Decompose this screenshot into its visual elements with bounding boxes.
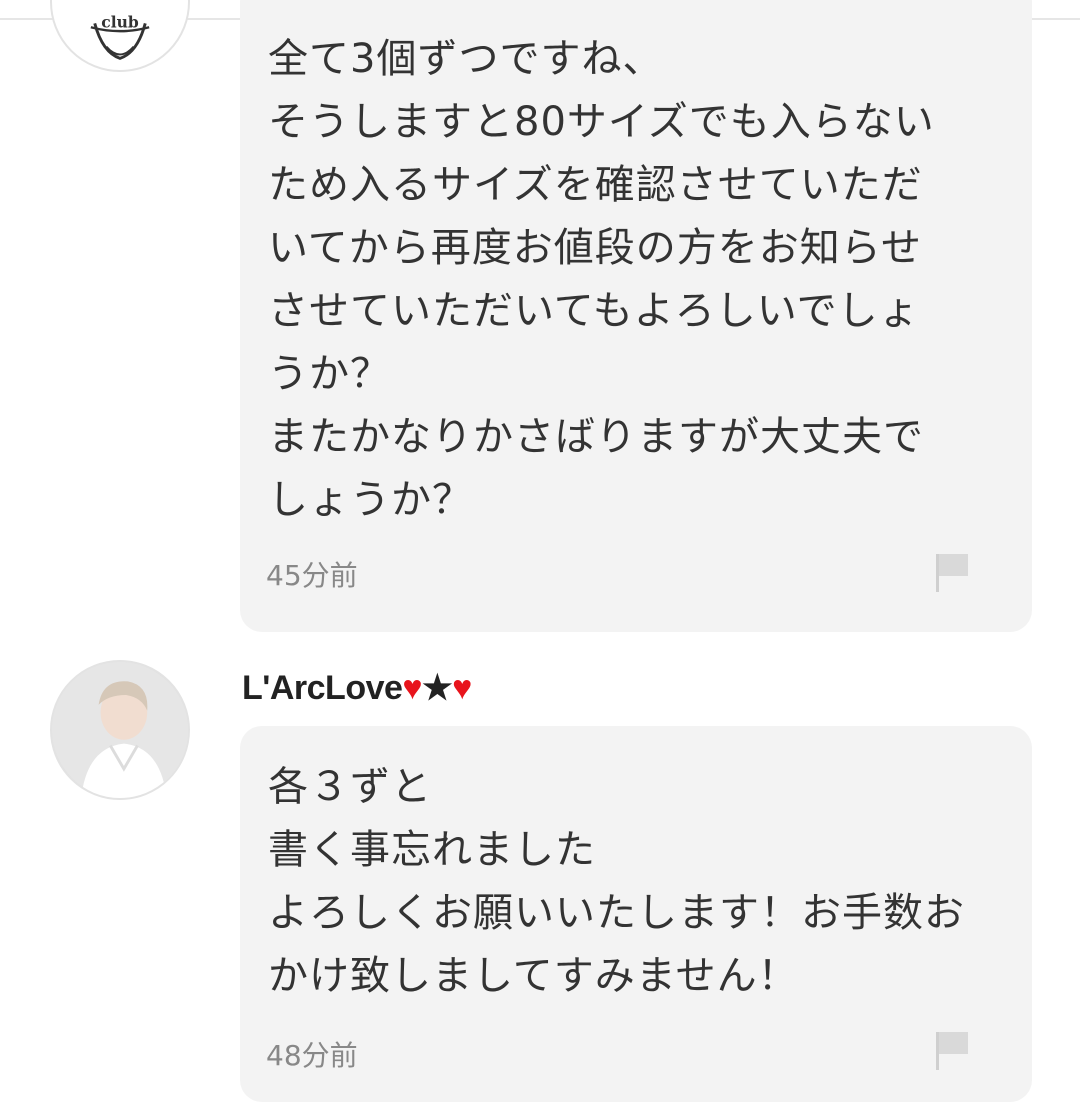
comment-bubble-2: 各３ずと 書く事忘れました よろしくお願いいたします！お手数お かけ致しましてす… bbox=[240, 726, 1032, 1102]
comment-timestamp: 45分前 bbox=[266, 559, 358, 592]
comment-bubble-1: 全て3個ずつですね、 そうしますと80サイズでも入らない ため入るサイズを確認さ… bbox=[240, 0, 1032, 632]
comment-text: 各３ずと 書く事忘れました よろしくお願いいたします！お手数お かけ致しましてす… bbox=[268, 756, 965, 1008]
comment-line: しょうか？ bbox=[268, 477, 473, 523]
username[interactable]: L'ArcLove♥★♥ bbox=[242, 668, 472, 708]
heart-icon: ♥ bbox=[452, 669, 472, 707]
comment-text: 全て3個ずつですね、 そうしますと80サイズでも入らない ため入るサイズを確認さ… bbox=[268, 28, 935, 532]
user-avatar-2[interactable] bbox=[50, 660, 190, 800]
comment-line: よろしくお願いいたします！お手数お bbox=[268, 890, 965, 936]
comment-line: 書く事忘れました bbox=[268, 827, 596, 873]
svg-text:club: club bbox=[101, 12, 139, 31]
report-flag-icon[interactable] bbox=[932, 1028, 972, 1072]
user-avatar-1[interactable]: club bbox=[50, 0, 190, 72]
username-text: L'ArcLove bbox=[242, 669, 403, 707]
comment-line: 各３ずと bbox=[268, 764, 432, 810]
comment-line: うか？ bbox=[268, 351, 391, 397]
comment-line: させていただいてもよろしいでしょ bbox=[268, 288, 920, 334]
comment-line: ため入るサイズを確認させていただ bbox=[268, 162, 923, 208]
comment-line: またかなりかさばりますが大丈夫で bbox=[268, 414, 924, 460]
club-logo-icon: club bbox=[90, 12, 150, 60]
comment-line: かけ致しましてすみません！ bbox=[268, 953, 799, 999]
user-photo-icon bbox=[52, 662, 188, 798]
star-icon: ★ bbox=[422, 669, 453, 707]
comment-line: 全て3個ずつですね、 bbox=[268, 36, 664, 82]
heart-icon: ♥ bbox=[402, 669, 423, 707]
report-flag-icon[interactable] bbox=[932, 550, 972, 594]
comment-timestamp: 48分前 bbox=[266, 1039, 358, 1072]
comment-line: いてから再度お値段の方をお知らせ bbox=[268, 225, 922, 271]
comment-line: そうしますと80サイズでも入らない bbox=[268, 99, 935, 145]
